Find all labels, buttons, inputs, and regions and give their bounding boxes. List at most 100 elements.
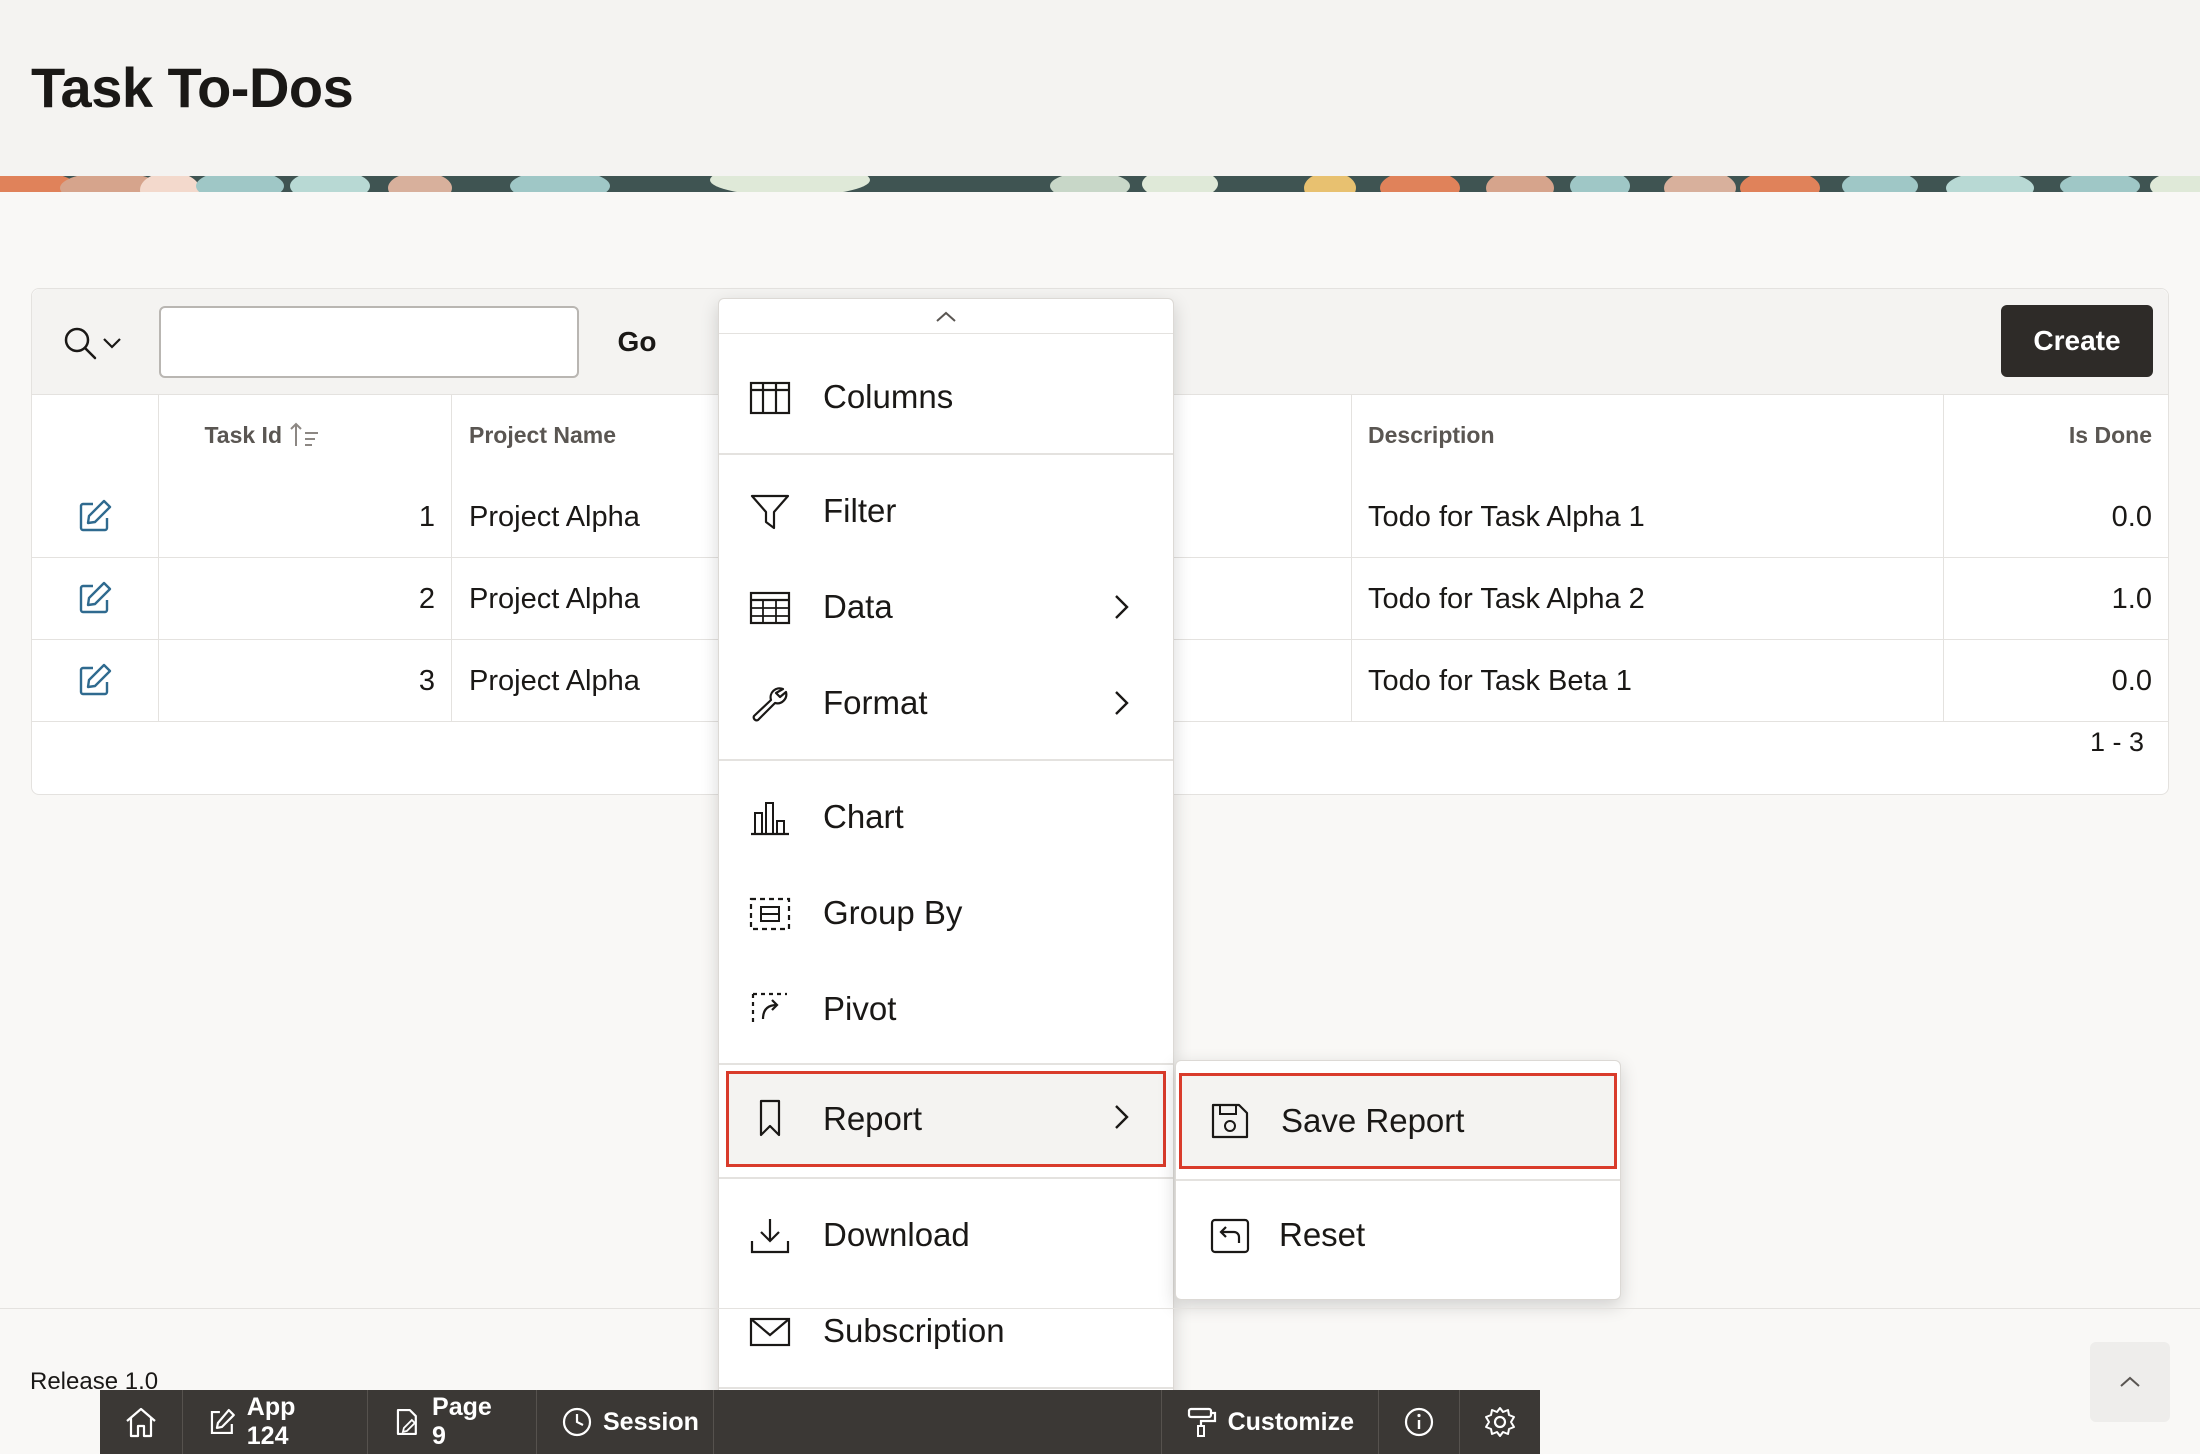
dev-page-button[interactable]: Page 9 (368, 1390, 537, 1454)
chevron-down-icon (103, 338, 121, 349)
envelope-icon (749, 1317, 791, 1347)
data-grid-icon (749, 591, 791, 625)
menu-separator (719, 453, 1173, 455)
go-button[interactable]: Go (602, 315, 672, 369)
developer-toolbar: App 124 Page 9 Session Customize (100, 1390, 1540, 1454)
task-id-cell: 1 (418, 500, 435, 533)
column-divider (1943, 395, 1944, 722)
menu-item-label: Reset (1279, 1216, 1366, 1253)
edit-row-icon[interactable] (75, 660, 115, 700)
description-cell: Todo for Task Alpha 1 (1368, 500, 1645, 533)
menu-item-save-report[interactable]: Save Report (1179, 1073, 1617, 1169)
menu-item-label: Filter (823, 492, 897, 529)
menu-item-reset[interactable]: Reset (1176, 1189, 1620, 1281)
task-id-cell: 3 (418, 664, 435, 697)
column-header-label: Task Id (204, 421, 282, 448)
menu-separator (1176, 1179, 1620, 1181)
menu-item-label: Save Report (1281, 1102, 1465, 1139)
dev-item-label: Page 9 (432, 1393, 492, 1450)
column-header-label: Description (1368, 421, 1495, 448)
chevron-up-icon (2120, 1376, 2140, 1387)
group-by-icon (749, 897, 791, 931)
decorative-banner (0, 176, 2200, 192)
column-header-description[interactable]: Description (1368, 395, 1495, 475)
reset-icon (1210, 1218, 1250, 1254)
report-submenu: Save Report Reset (1175, 1060, 1621, 1300)
column-divider (158, 395, 159, 722)
menu-scroll-up[interactable] (719, 299, 1173, 335)
chevron-right-icon (1115, 1105, 1129, 1129)
dev-settings-button[interactable] (1460, 1390, 1540, 1454)
menu-item-data[interactable]: Data (719, 561, 1173, 653)
page-header: Task To-Dos (0, 0, 2200, 176)
column-header-task-id[interactable]: Task Id (122, 395, 322, 475)
description-cell: Todo for Task Alpha 2 (1368, 582, 1645, 615)
dev-customize-button[interactable]: Customize (1160, 1390, 1379, 1454)
menu-item-label: Report (823, 1100, 923, 1137)
search-input[interactable] (159, 306, 579, 378)
menu-item-download[interactable]: Download (719, 1189, 1173, 1281)
dev-home-button[interactable] (100, 1390, 183, 1454)
menu-item-group-by[interactable]: Group By (719, 867, 1173, 959)
home-icon (126, 1407, 156, 1438)
footer-divider (0, 1308, 2200, 1309)
clock-icon (562, 1407, 592, 1437)
page-edit-icon (397, 1409, 418, 1435)
dev-item-label: Customize (1227, 1407, 1354, 1436)
gear-icon (1485, 1407, 1515, 1437)
menu-item-chart[interactable]: Chart (719, 771, 1173, 863)
dev-session-button[interactable]: Session (537, 1390, 714, 1454)
search-column-selector[interactable] (62, 323, 134, 363)
menu-separator (719, 1387, 1173, 1389)
menu-separator (719, 1063, 1173, 1065)
actions-menu: Columns Filter Data Format Chart Group B… (718, 298, 1174, 1454)
project-name-cell: Project Alpha (469, 500, 640, 533)
search-icon (64, 327, 97, 360)
column-header-label: Is Done (2068, 421, 2152, 448)
menu-item-label: Format (823, 684, 928, 721)
menu-item-label: Group By (823, 894, 963, 931)
sort-ascending-icon (290, 422, 318, 446)
back-to-top-button[interactable] (2090, 1342, 2170, 1422)
dev-toolbar-hidden-area (714, 1390, 1161, 1454)
menu-separator (719, 759, 1173, 761)
menu-item-label: Chart (823, 798, 904, 835)
menu-item-pivot[interactable]: Pivot (719, 963, 1173, 1055)
edit-row-icon[interactable] (75, 578, 115, 618)
filter-icon (750, 494, 790, 530)
edit-row-icon[interactable] (75, 496, 115, 536)
pagination-range: 1 - 3 (2089, 727, 2144, 757)
paint-roller-icon (1187, 1407, 1216, 1437)
is-done-cell: 0.0 (2111, 500, 2152, 533)
column-header-is-done[interactable]: Is Done (1942, 395, 2152, 475)
menu-item-label: Subscription (823, 1312, 1005, 1349)
is-done-cell: 0.0 (2111, 664, 2152, 697)
column-divider (1351, 395, 1352, 722)
project-name-cell: Project Alpha (469, 664, 640, 697)
menu-item-subscription[interactable]: Subscription (719, 1285, 1173, 1377)
menu-item-report[interactable]: Report (726, 1071, 1166, 1167)
columns-icon (749, 381, 791, 415)
description-cell: Todo for Task Beta 1 (1368, 664, 1632, 697)
chevron-up-icon (936, 311, 956, 322)
menu-item-label: Columns (823, 378, 954, 415)
dev-info-button[interactable] (1379, 1390, 1460, 1454)
menu-item-filter[interactable]: Filter (719, 465, 1173, 557)
wrench-icon (752, 687, 788, 722)
dev-item-label: App 124 (246, 1393, 296, 1450)
menu-item-format[interactable]: Format (719, 657, 1173, 749)
column-header-project-name[interactable]: Project Name (469, 395, 616, 475)
menu-item-label: Download (823, 1216, 970, 1253)
chevron-right-icon (1115, 691, 1129, 715)
chevron-right-icon (1115, 595, 1129, 619)
menu-separator (719, 1177, 1173, 1179)
info-icon (1404, 1407, 1434, 1437)
menu-item-columns[interactable]: Columns (719, 351, 1173, 443)
create-button[interactable]: Create (2001, 305, 2153, 377)
menu-item-label: Pivot (823, 990, 897, 1027)
menu-item-label: Data (823, 588, 893, 625)
dev-item-label: Session (603, 1407, 699, 1436)
project-name-cell: Project Alpha (469, 582, 640, 615)
menu-separator (719, 333, 1173, 334)
dev-app-button[interactable]: App 124 (183, 1390, 369, 1454)
